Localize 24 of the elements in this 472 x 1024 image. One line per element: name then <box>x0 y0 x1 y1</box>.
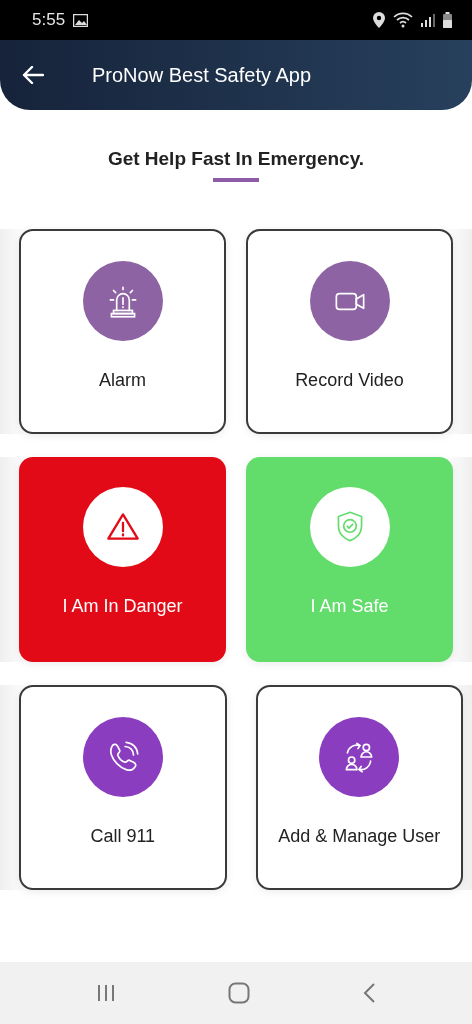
card-label: Add & Manage User <box>278 825 441 848</box>
card-label: I Am In Danger <box>62 595 183 618</box>
page-heading: Get Help Fast In Emergency. <box>106 148 366 170</box>
image-icon <box>73 13 89 27</box>
back-arrow-icon[interactable] <box>22 66 44 84</box>
home-icon[interactable] <box>228 982 250 1004</box>
app-title: ProNow Best Safety App <box>92 63 311 87</box>
back-icon[interactable] <box>362 982 376 1004</box>
location-icon <box>373 12 385 28</box>
card-label: Call 911 <box>90 825 156 848</box>
card-label: Alarm <box>99 369 146 392</box>
action-card[interactable]: Call 911 <box>19 685 227 890</box>
action-card[interactable]: Record Video <box>246 229 453 434</box>
battery-icon <box>443 12 452 28</box>
heading-underline <box>213 178 259 182</box>
card-label: I Am Safe <box>310 595 389 618</box>
wifi-icon <box>393 12 413 28</box>
action-card[interactable]: I Am In Danger <box>19 457 226 662</box>
status-time: 5:55 <box>32 10 66 30</box>
action-card[interactable]: Add & Manage User <box>255 685 463 890</box>
action-card[interactable]: Alarm <box>19 229 226 434</box>
card-label: Record Video <box>295 369 404 392</box>
recent-apps-icon[interactable] <box>96 984 116 1002</box>
signal-icon <box>421 13 435 27</box>
